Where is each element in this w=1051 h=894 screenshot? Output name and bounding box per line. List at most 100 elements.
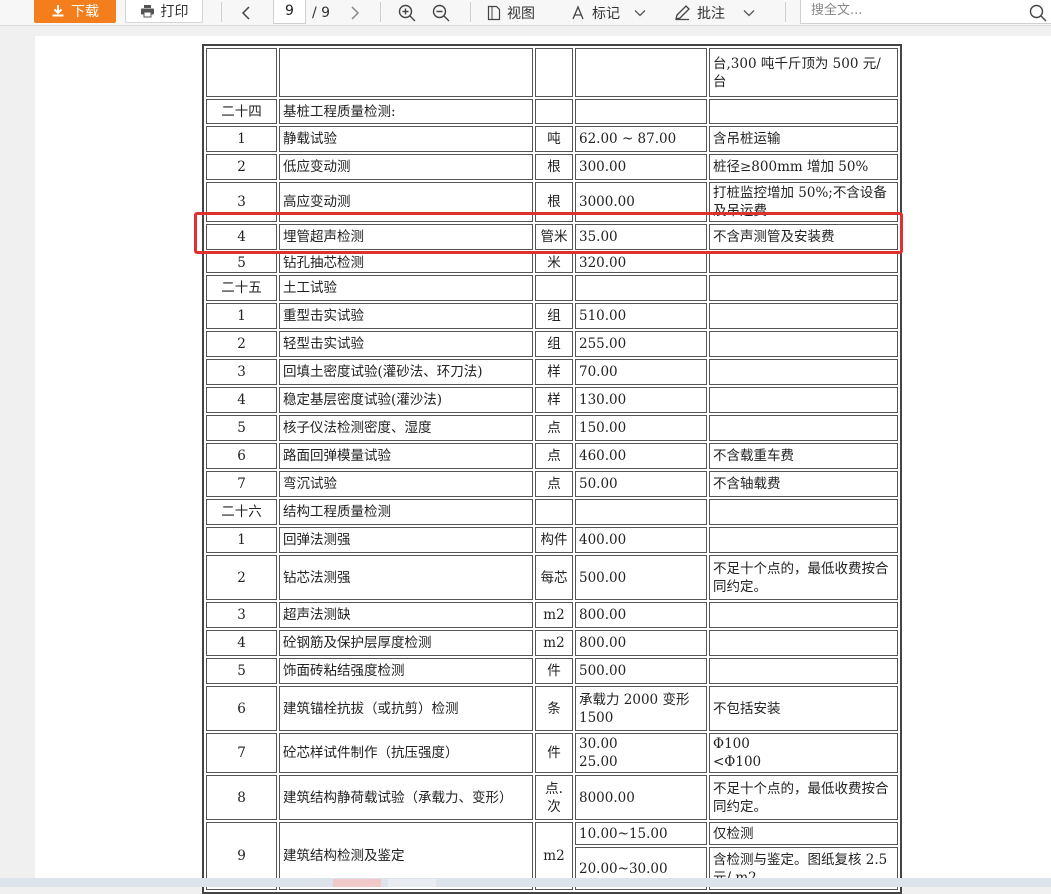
view-button[interactable]: 视图 — [487, 0, 535, 25]
table-cell-note: 不含声测管及安装费 — [709, 224, 898, 250]
table-cell-name: 回弹法测强 — [279, 527, 533, 553]
table-cell-price: 255.00 — [575, 331, 707, 357]
table-cell-no: 1 — [206, 303, 277, 329]
table-cell-price — [575, 99, 707, 124]
table-cell-price: 800.00 — [575, 602, 707, 628]
table-row: 7 砼芯样试件制作（抗压强度）件 30.00 25.00 Φ100 <Φ100 — [206, 733, 898, 773]
table-cell-no: 7 — [206, 471, 277, 497]
table-cell-name: 核子仪法检测密度、湿度 — [279, 415, 533, 441]
prev-page-button[interactable] — [240, 0, 252, 25]
table-cell-unit: 组 — [535, 303, 573, 329]
table-cell-no: 6 — [206, 443, 277, 469]
search-input[interactable]: 搜全文... — [800, 0, 1051, 24]
zoom-out-icon — [432, 4, 450, 22]
table-cell-note — [709, 99, 898, 124]
taskbar-item[interactable] — [388, 879, 436, 887]
table-cell-price: 460.00 — [575, 443, 707, 469]
mark-button[interactable]: 标记 — [570, 0, 646, 25]
table-row: 4 稳定基层密度试验(灌沙法) 样 130.00 — [206, 387, 898, 413]
table-cell-name: 埋管超声检测 — [279, 224, 533, 250]
table-cell-price: 50.00 — [575, 471, 707, 497]
view-label: 视图 — [507, 5, 535, 22]
page-number-input[interactable]: 9 — [273, 0, 306, 24]
toolbar-divider — [221, 2, 222, 22]
table-cell-no: 6 — [206, 686, 277, 731]
search-icon — [1029, 4, 1047, 22]
table-cell-unit: 每芯 — [535, 555, 573, 600]
zoom-in-button[interactable] — [398, 0, 416, 25]
table-row: 6 建筑锚栓抗拔（或抗剪）检测条承载力 2000 变形 1500 不包括安装 — [206, 686, 898, 731]
table-row: 二十六 结构工程质量检测 — [206, 499, 898, 525]
table-cell-price: 150.00 — [575, 415, 707, 441]
table-cell-unit — [535, 99, 573, 124]
table-cell-unit: 米 — [535, 252, 573, 273]
download-button[interactable]: 下载 — [34, 0, 116, 23]
table-row: 4 砼钢筋及保护层厚度检测 m2 800.00 — [206, 630, 898, 656]
mark-label: 标记 — [592, 5, 620, 22]
table-cell-note: Φ100 <Φ100 — [709, 733, 898, 773]
table-cell-name: 建筑结构静荷载试验（承载力、变形） — [279, 775, 533, 820]
table-cell-unit: 管米 — [535, 224, 573, 250]
table-cell-no: 5 — [206, 658, 277, 684]
annotate-label: 批注 — [697, 5, 725, 22]
toolbar-divider — [785, 2, 786, 22]
table-row: 1 回弹法测强 构件 400.00 — [206, 527, 898, 553]
table-cell-name: 高应变动测 — [279, 182, 533, 222]
table-row: 台,300 吨千斤顶为 500 元/台 — [206, 48, 898, 97]
print-button[interactable]: 打印 — [125, 0, 203, 23]
table-cell-name: 稳定基层密度试验(灌沙法) — [279, 387, 533, 413]
search-button[interactable] — [1029, 0, 1047, 25]
table-cell-name: 砼芯样试件制作（抗压强度） — [279, 733, 533, 773]
chevron-down-icon — [743, 9, 755, 17]
table-cell-name: 砼钢筋及保护层厚度检测 — [279, 630, 533, 656]
table-cell-note: 不含轴载费 — [709, 471, 898, 497]
next-page-button[interactable] — [349, 0, 361, 25]
table-cell-no: 4 — [206, 387, 277, 413]
table-cell-no: 4 — [206, 630, 277, 656]
table-cell-name: 回填土密度试验(灌砂法、环刀法) — [279, 359, 533, 385]
chevron-right-icon — [349, 5, 361, 21]
table-cell-price — [575, 48, 707, 97]
table-cell-unit: 点 — [535, 471, 573, 497]
table-cell-note — [709, 387, 898, 413]
table-row: 5 核子仪法检测密度、湿度点 150.00 — [206, 415, 898, 441]
table-row: 2 轻型击实试验组 255.00 — [206, 331, 898, 357]
table-row: 2 低应变动测根 300.00 桩径≥800mm 增加 50% — [206, 154, 898, 180]
table-row: 5 饰面砖粘结强度检测件 500.00 — [206, 658, 898, 684]
table-cell-note — [709, 275, 898, 301]
pen-icon — [674, 4, 691, 21]
table-cell-price: 35.00 — [575, 224, 707, 250]
annotate-button[interactable]: 批注 — [674, 0, 755, 25]
table-row: 1 重型击实试验组 510.00 — [206, 303, 898, 329]
table-cell-name: 弯沉试验 — [279, 471, 533, 497]
zoom-out-button[interactable] — [432, 0, 450, 25]
table-cell-no: 3 — [206, 182, 277, 222]
print-label: 打印 — [160, 3, 189, 20]
table-cell-price: 130.00 — [575, 387, 707, 413]
table-cell-unit: 组 — [535, 331, 573, 357]
chevron-left-icon — [240, 5, 252, 21]
table-cell-no: 二十四 — [206, 99, 277, 124]
table-cell-price: 3000.00 — [575, 182, 707, 222]
table-cell-unit — [535, 499, 573, 525]
table-row: 二十五 土工试验 — [206, 275, 898, 301]
table-cell-unit: 件 — [535, 658, 573, 684]
table-cell-unit: 根 — [535, 154, 573, 180]
table-cell-price: 300.00 — [575, 154, 707, 180]
table-row: 7 弯沉试验点 50.00 不含轴载费 — [206, 471, 898, 497]
table-cell-name — [279, 48, 533, 97]
taskbar-item[interactable] — [333, 879, 381, 887]
table-cell-note — [709, 303, 898, 329]
table-cell-note: 不足十个点的，最低收费按合同约定。 — [709, 775, 898, 820]
table-cell-name: 建筑锚栓抗拔（或抗剪）检测 — [279, 686, 533, 731]
table-cell-no: 1 — [206, 126, 277, 152]
table-row: 二十四 基桩工程质量检测: — [206, 99, 898, 124]
table-cell-unit: 点.次 — [535, 775, 573, 820]
page-view-icon — [487, 5, 501, 21]
table-cell-name: 静载试验 — [279, 126, 533, 152]
table-row: 9 建筑结构检测及鉴定 m2 10.00~15.00 仅检测 — [206, 822, 898, 890]
table-cell-price: 承载力 2000 变形 1500 — [575, 686, 707, 731]
table-cell-note: 桩径≥800mm 增加 50% — [709, 154, 898, 180]
table-cell-no: 2 — [206, 331, 277, 357]
table-cell-unit: 点 — [535, 415, 573, 441]
